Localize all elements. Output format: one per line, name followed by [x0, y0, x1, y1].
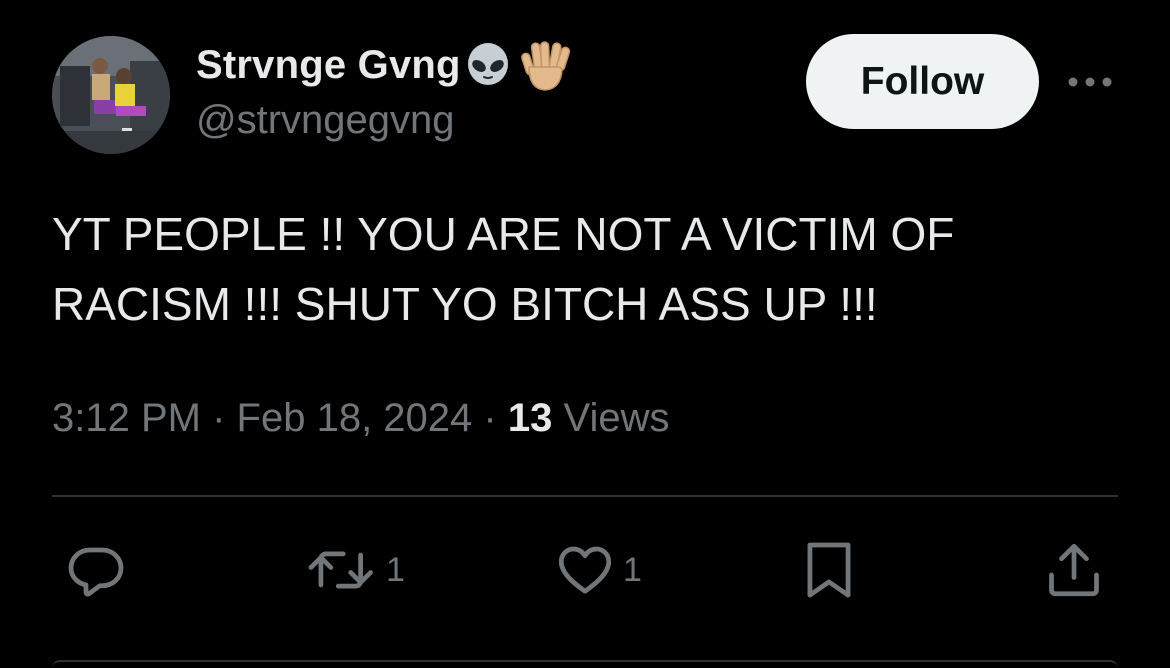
tweet-text-line: YT PEOPLE !! YOU ARE NOT A VICTIM OF [52, 208, 955, 260]
bookmark-button[interactable] [800, 540, 858, 600]
like-count: 1 [623, 550, 642, 589]
follow-button[interactable]: Follow [806, 34, 1039, 129]
tweet-time[interactable]: 3:12 PM [52, 396, 201, 440]
next-tweet-edge [52, 660, 1118, 668]
retweet-icon [308, 551, 373, 589]
meta-separator: · [212, 396, 226, 440]
tweet-text: YT PEOPLE !! YOU ARE NOT A VICTIM OF RAC… [52, 199, 1112, 339]
author-display-name[interactable]: Strvnge Gvng [196, 43, 461, 88]
avatar-photo [52, 36, 170, 154]
reply-button[interactable] [66, 540, 126, 600]
bookmark-icon [807, 542, 851, 598]
retweet-button[interactable]: 1 [306, 540, 405, 600]
divider [52, 495, 1118, 497]
like-button[interactable]: 1 [555, 540, 642, 600]
share-icon [1049, 543, 1099, 597]
heart-icon [558, 546, 612, 594]
more-options-button[interactable] [1066, 64, 1114, 100]
tweet-meta: 3:12 PM · Feb 18, 2024 · 13 Views [52, 390, 669, 446]
reply-icon [68, 547, 124, 597]
tweet-date[interactable]: Feb 18, 2024 [237, 396, 473, 440]
share-button[interactable] [1044, 540, 1104, 600]
more-horizontal-icon [1068, 77, 1112, 87]
views-count[interactable]: 13 [508, 396, 553, 440]
author-name-row[interactable]: Strvnge Gvng [196, 38, 573, 92]
vulcan-salute-emoji-icon [515, 37, 573, 93]
alien-emoji-icon [463, 40, 513, 90]
views-label[interactable]: Views [564, 396, 670, 440]
meta-separator: · [483, 396, 497, 440]
retweet-count: 1 [386, 550, 405, 589]
author-handle[interactable]: @strvngegvng [196, 98, 455, 143]
avatar[interactable] [52, 36, 170, 154]
tweet-text-line: RACISM !!! SHUT YO BITCH ASS UP !!! [52, 278, 878, 330]
